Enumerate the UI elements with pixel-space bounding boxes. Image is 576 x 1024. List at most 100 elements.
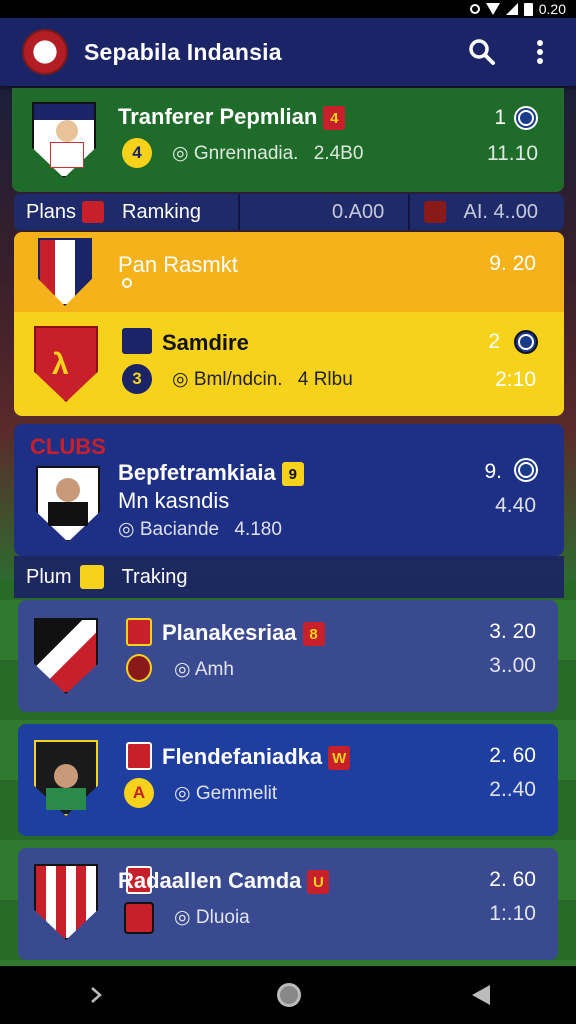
item-value-2: 3..00 bbox=[489, 654, 536, 677]
info-icon: ◎ bbox=[172, 369, 189, 390]
award-icon: A bbox=[124, 778, 154, 808]
item-subtitle-row: ◎ Amh bbox=[174, 658, 234, 681]
item-value-2: 1:.10 bbox=[489, 902, 536, 925]
target-icon[interactable] bbox=[514, 330, 538, 354]
clubs-second-line: Mn kasndis bbox=[118, 488, 230, 513]
status-bar: 0.20 bbox=[0, 0, 576, 18]
item-title: Flendefaniadka bbox=[162, 744, 323, 769]
item-subtitle-row: ◎ Gemmelit bbox=[174, 782, 277, 805]
divider bbox=[238, 194, 240, 230]
shield-icon bbox=[122, 328, 152, 354]
award-icon: 4 bbox=[122, 138, 152, 168]
flag-icon bbox=[79, 565, 104, 589]
item-subtitle: Amh bbox=[194, 659, 234, 680]
list-item[interactable]: Radaallen Camda U ◎ Dluoia 2. 60 1:.10 bbox=[18, 848, 558, 960]
item-value-2: 2..40 bbox=[489, 778, 536, 801]
search-icon[interactable] bbox=[464, 34, 500, 70]
player-shirt bbox=[46, 788, 86, 810]
clubs-rank: 9. bbox=[484, 460, 502, 483]
info-icon: ◎ bbox=[172, 143, 189, 164]
clubs-subtitle-row: ◎ Baciande 4.180 bbox=[118, 518, 282, 541]
item-value-1: 2. 60 bbox=[489, 868, 536, 891]
item-title: Planakesriaa bbox=[162, 620, 297, 645]
yellow-main-title: Samdire bbox=[162, 330, 249, 355]
transfer-subtitle-row: ◎ Gnrennadia. 2.4B0 bbox=[172, 142, 363, 165]
item-title: Radaallen Camda bbox=[118, 868, 302, 893]
app-bar: Sepabila Indansia bbox=[0, 18, 576, 86]
ranking-value-1: 0.A00 bbox=[332, 200, 385, 223]
player-shirt bbox=[48, 502, 88, 526]
ranking-bar: Plans Ramking 0.A00 AI. 4..00 bbox=[14, 194, 564, 230]
plans-label: Plans bbox=[26, 200, 77, 223]
home-icon[interactable] bbox=[276, 983, 301, 1007]
system-nav-bar bbox=[0, 966, 576, 1024]
yellow-main-subtitle: Bml/ndcin. bbox=[193, 369, 283, 390]
back-icon[interactable] bbox=[86, 985, 106, 1005]
yellow-top-value: 9. 20 bbox=[489, 252, 536, 275]
team-crest bbox=[38, 238, 92, 306]
info-icon: ◎ bbox=[174, 659, 191, 680]
player-avatar bbox=[56, 478, 80, 502]
item-badge: U bbox=[307, 870, 330, 895]
clubs-card[interactable]: CLUBS Bepfetramkiaia 9 Mn kasndis ◎ Bacia… bbox=[14, 424, 564, 556]
list-item[interactable]: Planakesriaa 8 ◎ Amh 3. 20 3..00 bbox=[18, 600, 558, 712]
transfer-rank: 1 bbox=[494, 106, 506, 129]
target-icon[interactable] bbox=[514, 458, 538, 482]
transfer-sub-value: 2.4B0 bbox=[313, 143, 364, 164]
team-crest bbox=[34, 618, 98, 694]
notification-icon bbox=[469, 4, 480, 14]
ranking-label[interactable]: Ramking bbox=[122, 201, 201, 224]
transfer-value: 11.10 bbox=[487, 142, 538, 165]
yellow-main-rank: 2 bbox=[488, 330, 500, 353]
battery-icon bbox=[523, 2, 533, 16]
recents-icon[interactable] bbox=[472, 985, 491, 1005]
app-logo bbox=[22, 29, 68, 75]
crest-emblem: λ bbox=[52, 348, 69, 381]
info-icon: ◎ bbox=[118, 519, 135, 540]
clubs-title: Bepfetramkiaia bbox=[118, 460, 276, 485]
transfer-card[interactable]: Tranferer Pepmlian 4 4 ◎ Gnrennadia. 2.4B… bbox=[12, 88, 564, 192]
flag-icon bbox=[82, 201, 105, 223]
item-subtitle: Gemmelit bbox=[195, 783, 278, 804]
target-icon[interactable] bbox=[514, 106, 538, 130]
shield-icon bbox=[126, 618, 152, 646]
yellow-top-card[interactable]: Pan Rasmkt 9. 20 bbox=[14, 232, 564, 312]
clubs-value: 4.40 bbox=[495, 494, 536, 517]
item-subtitle: Dluoia bbox=[195, 907, 250, 928]
item-badge: 8 bbox=[302, 622, 325, 647]
list-item[interactable]: Flendefaniadka W A ◎ Gemmelit 2. 60 2..40 bbox=[18, 724, 558, 836]
item-badge: W bbox=[328, 746, 351, 771]
crest-icon bbox=[424, 201, 446, 223]
traking-label[interactable]: Traking bbox=[122, 566, 188, 589]
app-title: Sepabila Indansia bbox=[84, 38, 282, 65]
yellow-main-sub-value: 4 Rlbu bbox=[297, 369, 353, 390]
team-crest bbox=[34, 864, 98, 940]
transfer-badge: 4 bbox=[323, 106, 346, 131]
item-value-1: 3. 20 bbox=[489, 620, 536, 643]
info-icon: ◎ bbox=[174, 783, 191, 804]
more-vert-icon[interactable] bbox=[522, 34, 558, 70]
ranking-bar-2: Plum Traking bbox=[14, 556, 564, 598]
dot-icon bbox=[122, 278, 132, 288]
transfer-subtitle: Gnrennadia. bbox=[193, 143, 299, 164]
yellow-main-card[interactable]: λ Samdire 3 ◎ Bml/ndcin. 4 Rlbu 2 2:10 bbox=[14, 312, 564, 416]
info-icon: ◎ bbox=[174, 907, 191, 928]
clubs-sub-value: 4.180 bbox=[234, 519, 282, 540]
yellow-main-subtitle-row: ◎ Bml/ndcin. 4 Rlbu bbox=[172, 368, 353, 391]
plum-label: Plum bbox=[26, 565, 72, 588]
shield-icon bbox=[124, 902, 154, 934]
item-value-1: 2. 60 bbox=[489, 744, 536, 767]
divider bbox=[408, 194, 410, 230]
award-icon: 3 bbox=[122, 364, 152, 394]
transfer-title: Tranferer Pepmlian bbox=[118, 104, 318, 129]
crest-icon bbox=[126, 654, 152, 682]
player-avatar bbox=[56, 120, 78, 142]
shield-icon bbox=[126, 742, 152, 770]
yellow-main-value: 2:10 bbox=[495, 368, 536, 391]
wifi-icon bbox=[485, 3, 500, 15]
yellow-top-title: Pan Rasmkt bbox=[118, 252, 238, 277]
clubs-badge: 9 bbox=[281, 462, 304, 487]
clubs-header: CLUBS bbox=[30, 434, 106, 459]
item-subtitle-row: ◎ Dluoia bbox=[174, 906, 250, 929]
signal-icon bbox=[505, 3, 518, 15]
